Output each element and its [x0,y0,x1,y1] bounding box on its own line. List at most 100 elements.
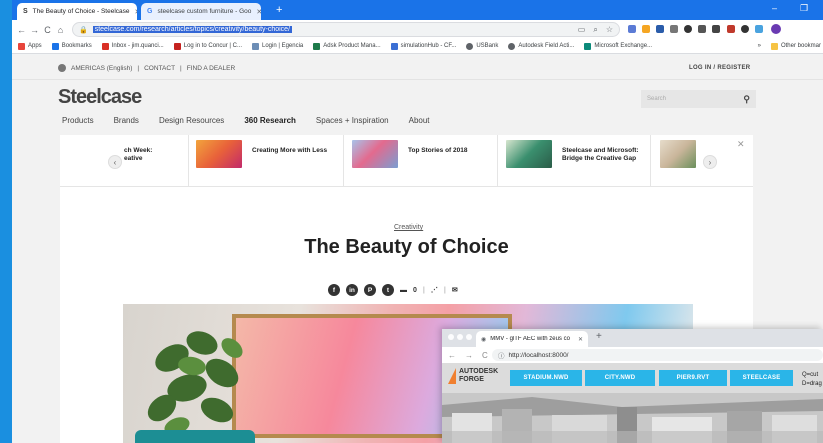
window-close-dot[interactable] [448,334,454,340]
bookmark-star-icon[interactable]: ☆ [606,25,613,35]
reload-icon[interactable]: C [482,351,488,360]
gmail-icon [101,42,109,50]
forward-icon[interactable]: → [28,25,41,35]
close-tab-icon[interactable]: ✕ [251,8,261,16]
back-icon[interactable]: ← [15,25,28,35]
stadium-button[interactable]: STADIUM.NWD [510,370,582,386]
divider [188,135,189,187]
divider [650,135,651,187]
linkedin-icon[interactable]: in [346,284,358,296]
nav-spaces-inspiration[interactable]: Spaces + Inspiration [316,116,389,125]
bookmark-item[interactable]: Microsoft Exchange... [584,42,652,50]
back-icon[interactable]: ← [448,351,456,360]
3d-viewport[interactable] [442,393,823,443]
cast-icon[interactable]: ▭ [578,25,586,35]
carousel-item[interactable]: Steelcase and Microsoft: Bridge the Crea… [506,140,648,184]
pinterest-icon[interactable]: P [364,284,376,296]
close-icon[interactable]: ✕ [737,139,745,150]
profile-avatar[interactable] [771,24,781,34]
bookmarks-overflow-icon[interactable]: » [758,43,761,49]
comment-icon[interactable]: ▬ [400,287,407,294]
bookmark-item[interactable]: Login | Egencia [252,42,303,50]
carousel-item-title: Steelcase and Microsoft: Bridge the Crea… [562,147,639,162]
search-icon[interactable]: ⚲ [743,94,750,105]
window-minimize-dot[interactable] [457,334,463,340]
nav-about[interactable]: About [409,116,430,125]
pier9-button[interactable]: PIER9.RVT [659,370,727,386]
tab-mmv[interactable]: ◉ MMV - glTF AEC with zeus co ✕ [476,331,588,347]
extension-icon[interactable] [642,25,650,33]
globe-icon [58,64,66,72]
exchange-icon [584,42,592,50]
carousel-item[interactable]: Top Stories of 2018 [352,140,496,184]
steelcase-logo[interactable]: Steelcase [58,86,142,109]
bookmark-item[interactable]: Apps [18,42,42,50]
extension-icon[interactable] [698,25,706,33]
city-button[interactable]: CITY.NWD [585,370,655,386]
address-bar[interactable]: 🔒 steelcase.com/research/articles/topics… [72,22,620,37]
simulationhub-icon [390,42,398,50]
extension-icon[interactable] [727,25,735,33]
twitter-icon[interactable]: t [382,284,394,296]
region-link[interactable]: AMERICAS (English) [71,65,132,72]
facebook-icon[interactable]: f [328,284,340,296]
carousel-item[interactable]: Creating More with Less [196,140,344,184]
carousel-thumbnail [352,140,398,168]
extension-icon[interactable] [684,25,692,33]
reload-icon[interactable]: C [41,25,54,35]
address-bar[interactable]: ⓘ http://localhost:8000/ [492,349,823,361]
bookmark-item[interactable]: USBank [466,42,498,50]
carousel-item-title: Creating More with Less [252,147,328,154]
login-register-link[interactable]: LOG IN / REGISTER [689,65,750,71]
contact-link[interactable]: CONTACT [144,65,175,72]
steelcase-favicon-icon: S [23,8,28,15]
url-text[interactable]: http://localhost:8000/ [509,352,569,359]
divider [343,135,344,187]
bookmark-item[interactable]: Autodesk Field Acti... [508,42,574,50]
extension-icon[interactable] [755,25,763,33]
extension-icon[interactable] [670,25,678,33]
article-category-link[interactable]: Creativity [394,224,423,231]
nav-products[interactable]: Products [62,116,94,125]
extension-icon[interactable] [628,25,636,33]
extension-icon[interactable] [741,25,749,33]
bookmark-item[interactable]: Log in to Concur | C... [173,42,242,50]
find-dealer-link[interactable]: FIND A DEALER [187,65,235,72]
forward-icon[interactable]: → [465,351,473,360]
nav-brands[interactable]: Brands [114,116,139,125]
window-maximize-dot[interactable] [466,334,472,340]
nav-360-research[interactable]: 360 Research [244,116,296,125]
site-search-input[interactable]: Search ⚲ [641,90,756,108]
zoom-icon[interactable]: ⌕ [593,25,597,35]
home-icon[interactable]: ⌂ [54,25,67,35]
bookmark-item[interactable]: Inbox - jim.quanci... [101,42,164,50]
extension-icon[interactable] [656,25,664,33]
carousel-item-title: Top Stories of 2018 [408,147,468,154]
new-tab-button[interactable]: + [596,331,602,342]
comment-count: 0 [413,286,417,294]
close-tab-icon[interactable]: ✕ [130,8,137,16]
url-text[interactable]: steelcase.com/research/articles/topics/c… [92,26,293,33]
nav-design-resources[interactable]: Design Resources [159,116,224,125]
extension-icon[interactable] [712,25,720,33]
bookmark-item[interactable]: Adsk Product Mana... [313,42,381,50]
rss-icon[interactable]: ⋰ [431,286,438,294]
bookmark-item[interactable]: simulationHub - CF... [390,42,456,50]
info-icon: ⓘ [498,353,505,360]
minimize-icon[interactable]: – [772,3,777,13]
new-tab-button[interactable]: + [276,4,282,16]
tab-title: The Beauty of Choice - Steelcase [32,8,130,15]
carousel-prev-icon[interactable]: ‹ [108,155,122,169]
email-icon[interactable]: ✉ [452,286,458,294]
steelcase-button[interactable]: STEELCASE [730,370,793,386]
tab-steelcase[interactable]: S The Beauty of Choice - Steelcase ✕ [17,3,137,20]
other-bookmarks[interactable]: Other bookmar [770,42,821,50]
restore-icon[interactable]: ❐ [800,3,808,14]
carousel-thumbnail [660,140,696,168]
carousel-item[interactable]: ch Week: eative [114,140,184,184]
tab-google-search[interactable]: G steelcase custom furniture - Goo ✕ [141,3,261,20]
carousel-next-icon[interactable]: › [703,155,717,169]
bookmark-item[interactable]: Bookmarks [51,42,92,50]
carousel-item[interactable] [660,140,700,184]
close-tab-icon[interactable]: ✕ [578,336,583,343]
